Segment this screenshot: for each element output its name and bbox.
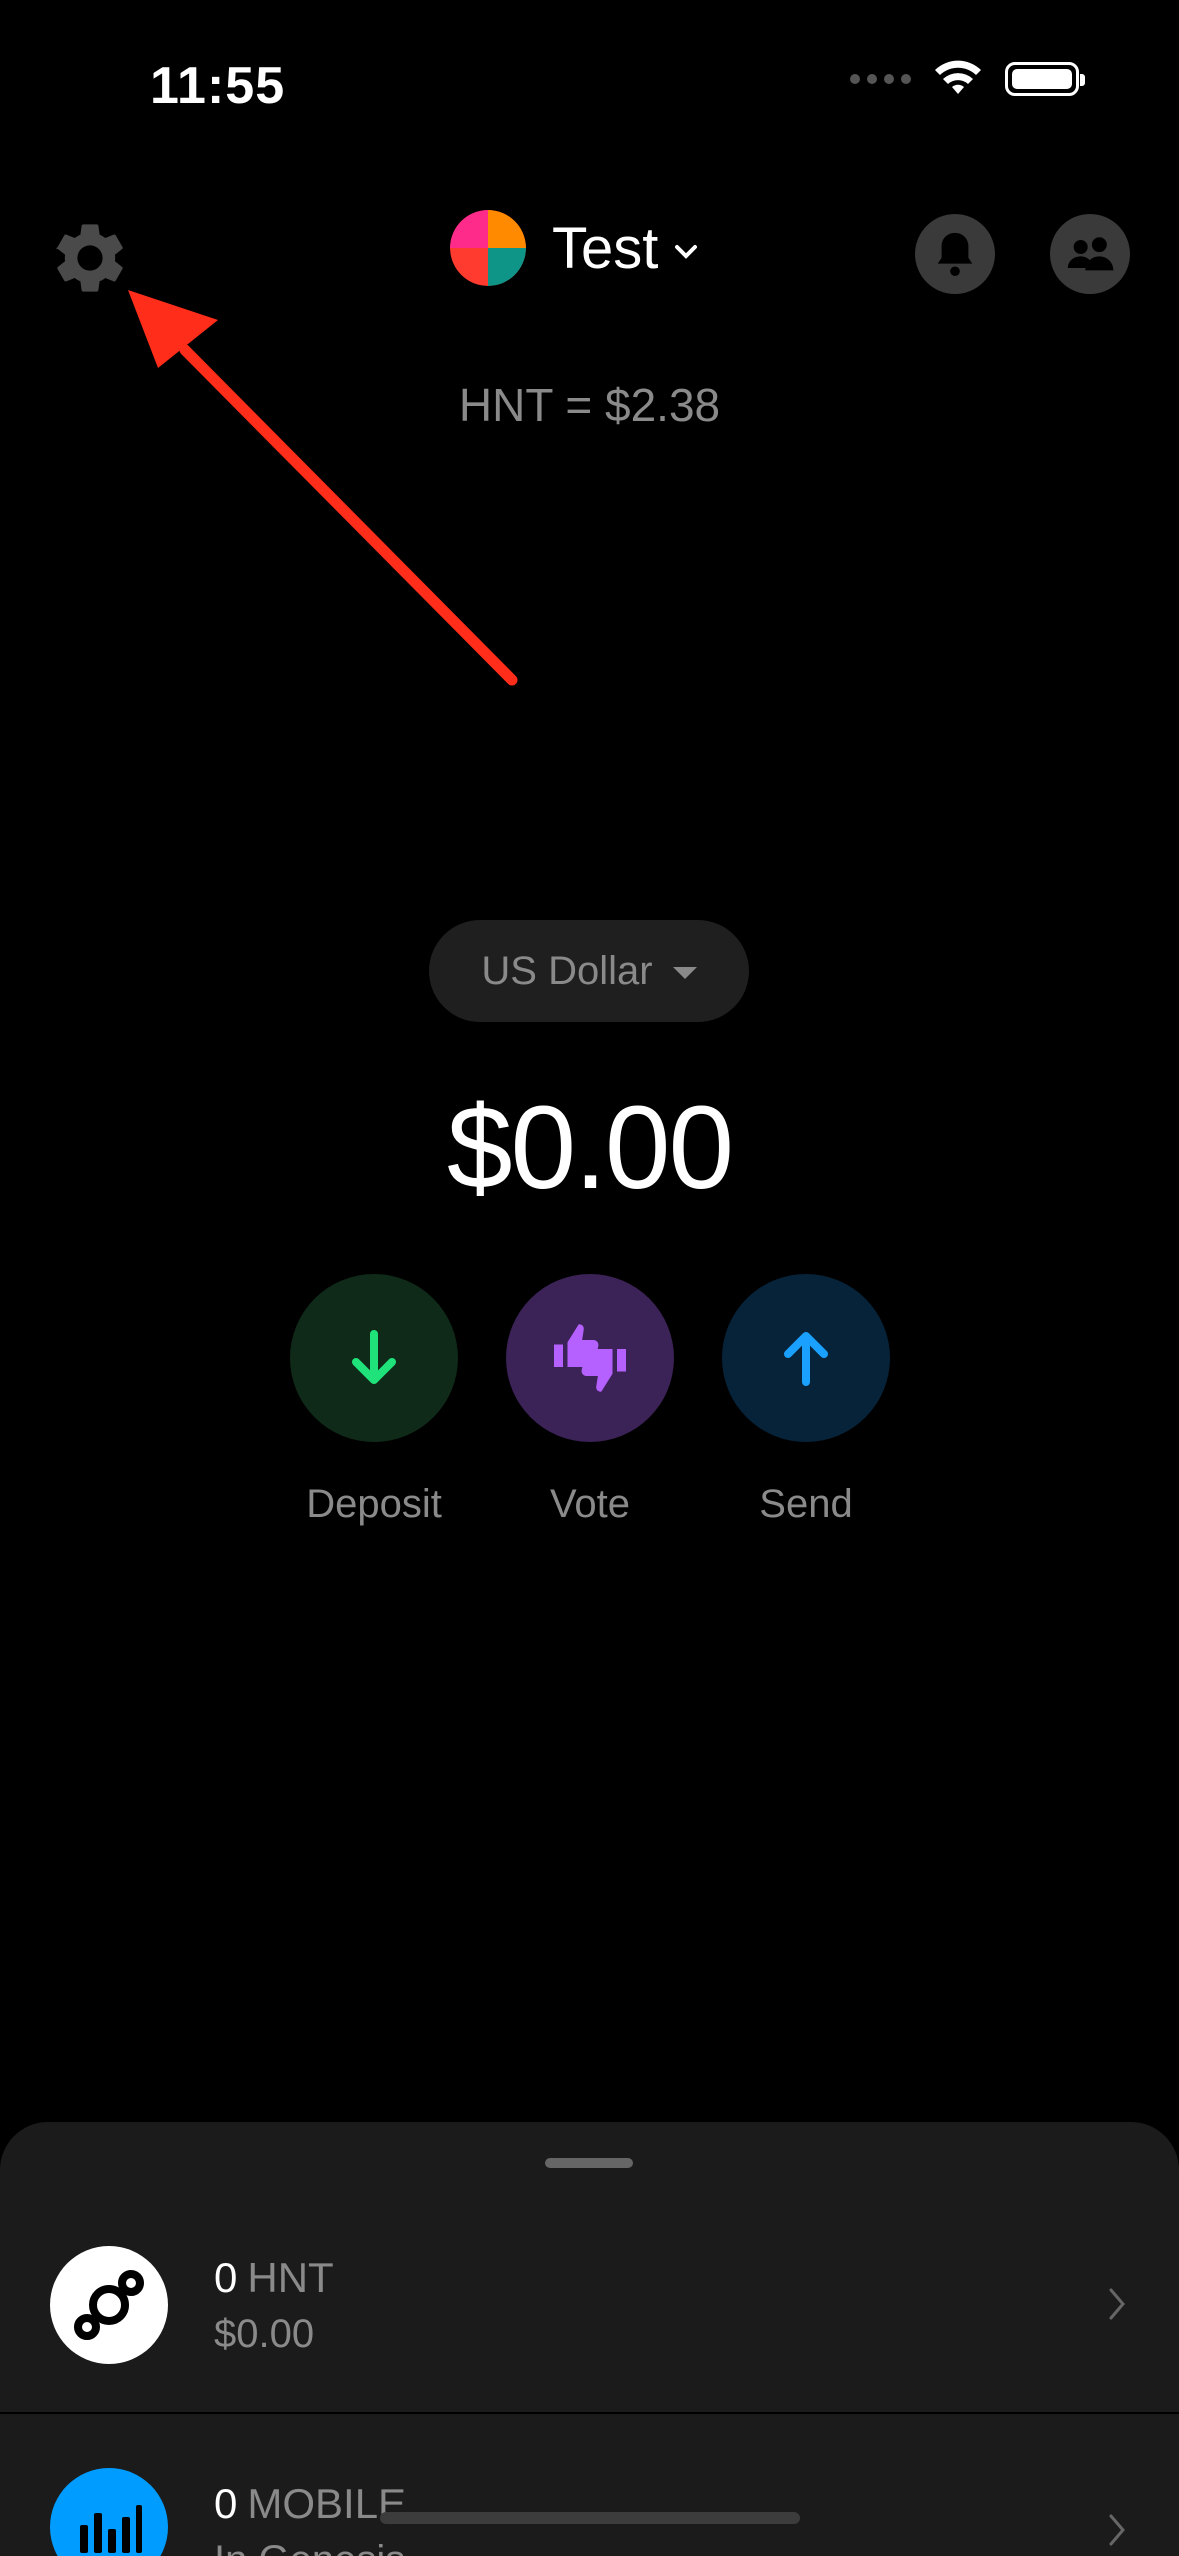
settings-gear-icon[interactable] — [48, 216, 132, 300]
wifi-icon — [935, 60, 981, 94]
token-row-hnt[interactable]: 0 HNT $0.00 — [0, 2202, 1179, 2412]
people-icon — [1067, 237, 1114, 271]
hnt-value: $0.00 — [214, 2312, 315, 2356]
tokens-sheet[interactable]: 0HNT $0.00 0MOBILE In Genesis — [0, 2122, 1179, 2556]
hnt-price: HNT = $2.38 — [458, 379, 721, 431]
hnt-amount: 0 — [214, 2254, 238, 2301]
vote-action[interactable]: Vote — [506, 1274, 674, 1527]
notifications-button[interactable] — [915, 214, 995, 294]
status-time: 11:55 — [150, 57, 286, 115]
contacts-button[interactable] — [1050, 214, 1130, 294]
row-divider — [0, 2412, 1179, 2414]
account-name: Test — [552, 215, 659, 281]
deposit-label: Deposit — [306, 1482, 442, 1526]
mobile-amount-line: 0 MOBILE — [214, 2480, 406, 2528]
battery-icon — [1005, 62, 1085, 96]
caret-down-icon — [672, 967, 697, 979]
vote-label: Vote — [549, 1482, 631, 1526]
signal-dots-icon — [850, 74, 911, 84]
currency-label: US Dollar — [481, 948, 653, 993]
helium-icon — [50, 2246, 168, 2364]
sheet-drag-handle[interactable] — [545, 2158, 633, 2168]
thumbs-up-down-icon — [554, 1324, 626, 1392]
send-button[interactable] — [722, 1274, 890, 1442]
status-icons — [850, 60, 1085, 98]
total-balance: $0.00 — [446, 1082, 734, 1214]
deposit-button[interactable] — [290, 1274, 458, 1442]
hnt-symbol: HNT — [247, 2254, 334, 2301]
mobile-amount: 0 — [214, 2480, 238, 2527]
home-indicator — [380, 2512, 800, 2524]
currency-selector[interactable]: US Dollar — [429, 920, 749, 1022]
mobile-status: In Genesis — [214, 2538, 405, 2556]
arrow-down-icon — [352, 1330, 396, 1384]
chevron-right-icon — [1109, 2288, 1125, 2320]
token-row-mobile[interactable]: 0MOBILE In Genesis — [0, 2418, 1179, 2556]
account-avatar — [450, 210, 526, 286]
arrow-up-icon — [784, 1332, 828, 1386]
vote-button[interactable] — [506, 1274, 674, 1442]
chevron-right-icon — [1109, 2514, 1125, 2546]
hnt-amount-line: 0 HNT — [214, 2254, 334, 2302]
bell-icon — [937, 232, 973, 277]
account-selector[interactable]: Test — [450, 210, 698, 286]
chevron-down-icon — [675, 245, 698, 259]
send-action[interactable]: Send — [722, 1274, 890, 1527]
deposit-action[interactable]: Deposit — [290, 1274, 458, 1527]
send-label: Send — [759, 1482, 853, 1526]
mobile-icon — [50, 2468, 168, 2556]
